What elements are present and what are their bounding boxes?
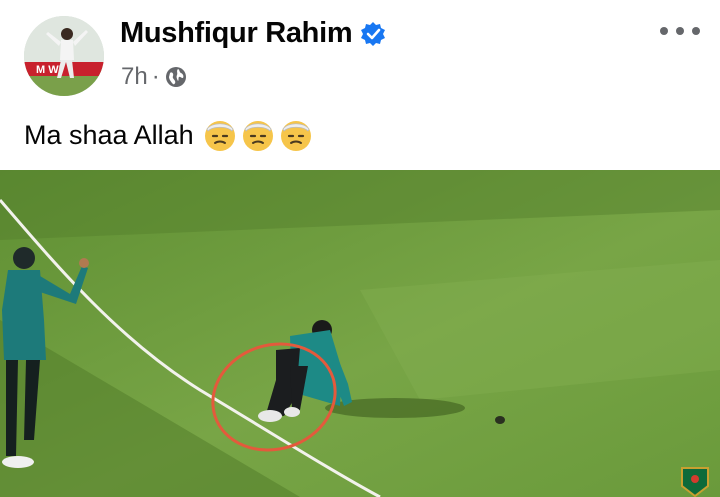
post-timestamp[interactable]: 7h — [121, 63, 148, 91]
verified-badge-icon — [361, 21, 386, 46]
author-row: Mushfiqur Rahim — [120, 17, 386, 50]
more-options-button[interactable] — [660, 18, 700, 44]
post-text: Ma shaa Allah — [24, 119, 194, 150]
meta-separator: · — [151, 63, 160, 90]
post-header: M WI Mushfiqur Rahim 7h · — [0, 0, 720, 108]
face-with-bandage-emoji-icon — [242, 121, 273, 151]
face-with-bandage-emoji-icon — [280, 121, 311, 151]
post-caption: Ma shaa Allah — [24, 117, 314, 153]
author-name[interactable]: Mushfiqur Rahim — [120, 17, 353, 50]
post-meta: 7h · — [121, 63, 188, 91]
emoji-row — [202, 117, 314, 153]
more-dot — [692, 27, 700, 35]
globe-icon — [165, 67, 186, 87]
more-dot — [676, 27, 684, 35]
avatar-banner-text: M WI — [36, 64, 62, 76]
more-dot — [660, 27, 668, 35]
cricket-field-photo — [0, 170, 720, 497]
avatar-photo: M WI — [24, 16, 104, 96]
face-with-bandage-emoji-icon — [204, 121, 235, 151]
post-photo[interactable] — [0, 170, 720, 497]
ball — [495, 416, 505, 424]
author-avatar[interactable]: M WI — [24, 16, 104, 96]
